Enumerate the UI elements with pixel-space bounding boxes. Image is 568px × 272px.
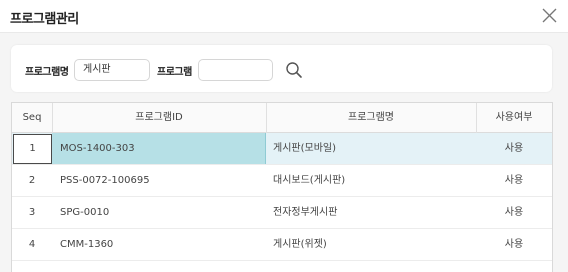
cell-program-id: SPG-0010 xyxy=(60,207,110,218)
cell-seq: 1 xyxy=(13,134,52,164)
cell-program-name: 전자정부게시판 xyxy=(273,207,338,218)
cell-seq: 3 xyxy=(28,207,36,218)
cell-program-name: 대시보드(게시판) xyxy=(273,175,346,186)
program-grid: Seq 프로그램ID 프로그램명 사용여부 1 MOS-1400-303 게시판… xyxy=(11,102,553,272)
program-input[interactable] xyxy=(198,59,273,81)
column-header-program-name[interactable]: 프로그램명 xyxy=(266,103,476,133)
table-row[interactable]: 3 SPG-0010 전자정부게시판 사용 xyxy=(12,197,552,229)
cell-seq: 4 xyxy=(28,239,36,250)
cell-use: 사용 xyxy=(504,143,524,154)
program-label: 프로그램 xyxy=(157,67,192,78)
table-row[interactable]: 2 PSS-0072-100695 대시보드(게시판) 사용 xyxy=(12,165,552,197)
search-button[interactable] xyxy=(285,61,303,79)
cell-program-id[interactable]: MOS-1400-303 xyxy=(52,133,266,164)
cell-use: 사용 xyxy=(504,207,524,218)
program-name-label: 프로그램명 xyxy=(25,67,69,78)
close-button[interactable] xyxy=(541,7,558,24)
cell-use: 사용 xyxy=(504,175,524,186)
program-management-dialog: 프로그램관리 프로그램명 게시판 프로그램 Seq 프로그램ID 프로그램명 사… xyxy=(0,0,568,272)
cell-program-name: 게시판(위젯) xyxy=(273,239,327,250)
cell-use: 사용 xyxy=(504,239,524,250)
cell-seq: 2 xyxy=(28,175,36,186)
column-header-use[interactable]: 사용여부 xyxy=(476,103,552,133)
dialog-title: 프로그램관리 xyxy=(10,12,79,27)
dialog-header: 프로그램관리 xyxy=(0,0,568,33)
column-header-seq[interactable]: Seq xyxy=(12,103,52,133)
cell-program-id: CMM-1360 xyxy=(60,239,114,250)
table-row[interactable]: 4 CMM-1360 게시판(위젯) 사용 xyxy=(12,229,552,261)
cell-program-name: 게시판(모바일) xyxy=(273,143,337,154)
search-panel: 프로그램명 게시판 프로그램 xyxy=(11,45,552,92)
cell-program-id: PSS-0072-100695 xyxy=(60,175,150,186)
close-icon xyxy=(542,8,557,23)
search-icon xyxy=(286,62,302,78)
program-name-input[interactable]: 게시판 xyxy=(74,59,150,81)
column-header-program-id[interactable]: 프로그램ID xyxy=(52,103,266,133)
grid-header: Seq 프로그램ID 프로그램명 사용여부 xyxy=(12,103,552,133)
table-row[interactable]: 1 MOS-1400-303 게시판(모바일) 사용 xyxy=(12,133,552,165)
